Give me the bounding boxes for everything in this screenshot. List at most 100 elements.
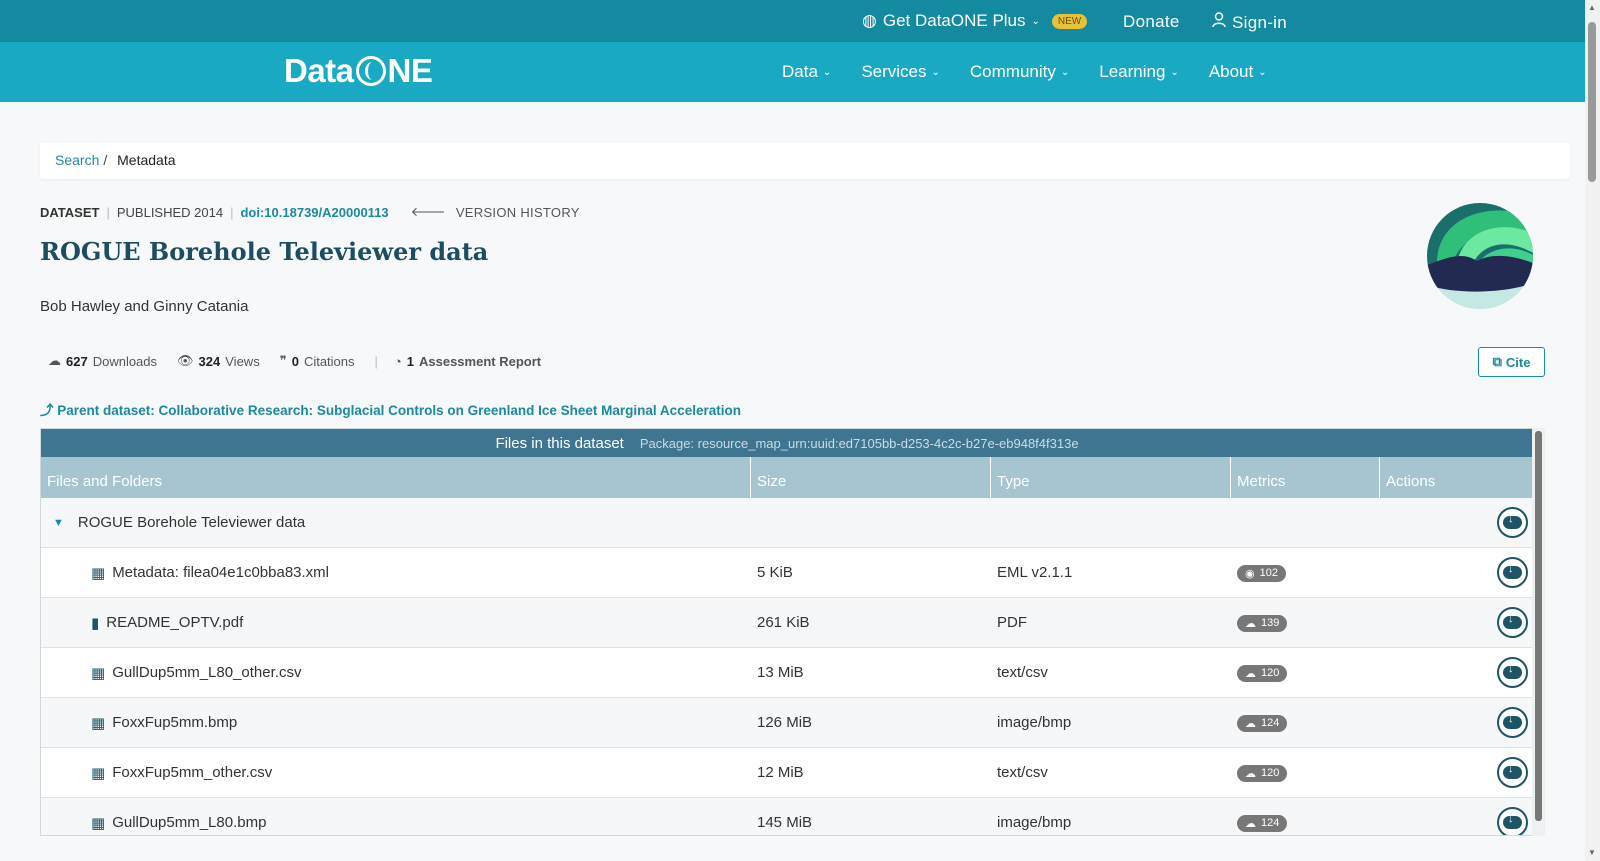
metric-badge: ☁ 139 [1237, 614, 1288, 632]
get-dataone-plus-menu[interactable]: ◍ Get DataONE Plus ⌄ NEW [862, 11, 1088, 31]
parent-dataset-link[interactable]: ⤴ Parent dataset: Collaborative Research… [40, 399, 741, 419]
scroll-down-arrow-icon[interactable]: ▼ [1588, 848, 1596, 857]
file-size: 261 KiB [757, 614, 810, 631]
nav-item-learning[interactable]: Learning ⌄ [1099, 62, 1179, 82]
table-scrollbar-thumb[interactable] [1535, 431, 1542, 821]
cloud-download-icon: ☁ [1245, 817, 1256, 830]
quote-icon: ❞ [279, 353, 287, 368]
metric-badge: ☁ 120 [1237, 664, 1288, 682]
file-name[interactable]: GullDup5mm_L80_other.csv [112, 664, 301, 681]
file-size: 12 MiB [757, 764, 804, 781]
cloud-download-icon [1503, 613, 1522, 629]
file-row[interactable]: ▦ Metadata: filea04e1c0bba83.xml 5 KiB EML … [41, 548, 1533, 598]
table-icon: ▦ [91, 814, 106, 832]
metric-badge: ☁ 120 [1237, 764, 1288, 782]
column-header-size: Size [751, 457, 991, 498]
file-row[interactable]: ▦ FoxxFup5mm.bmp 126 MiB image/bmp ☁ 124 [41, 698, 1533, 748]
dataset-authors: Bob Hawley and Ginny Catania [40, 298, 249, 315]
nav-item-label: Learning [1099, 62, 1166, 81]
get-dataone-plus-label: Get DataONE Plus [882, 11, 1026, 30]
file-type: text/csv [997, 764, 1048, 781]
version-history-link[interactable]: 🡐 VERSION HISTORY [411, 204, 580, 220]
nav-item-about[interactable]: About ⌄ [1209, 62, 1267, 82]
table-icon: ▦ [91, 764, 106, 782]
file-metric-cell: ☁ 124 [1231, 714, 1380, 732]
chevron-down-icon: ⌄ [1258, 66, 1267, 78]
folder-row[interactable]: ▼ ROGUE Borehole Televiewer data [41, 498, 1533, 548]
file-row[interactable]: ▦ FoxxFup5mm_other.csv 12 MiB text/csv ☁ 120 [41, 748, 1533, 798]
level-up-icon: ⤴ [40, 403, 54, 418]
divider: | [106, 204, 110, 220]
download-file-button[interactable] [1497, 607, 1528, 638]
metric-count: 120 [1261, 667, 1280, 679]
file-icon: ▮ [91, 614, 100, 632]
chevron-down-icon: ⌄ [1031, 15, 1040, 27]
download-file-button[interactable] [1497, 657, 1528, 688]
download-file-button[interactable] [1497, 707, 1528, 738]
sign-in-link[interactable]: Sign-in [1212, 12, 1287, 33]
column-header-actions: Actions [1386, 473, 1436, 490]
file-row[interactable]: ▦ GullDup5mm_L80_other.csv 13 MiB text/csv ☁… [41, 648, 1533, 698]
cloud-download-icon: ☁ [1245, 617, 1256, 630]
download-file-button[interactable] [1497, 557, 1528, 588]
eye-icon: 👁 [177, 353, 194, 368]
dataset-type-label: DATASET [40, 204, 100, 220]
dataset-stats: ☁ 627 Downloads 👁 324 Views ❞ 0 Citation… [48, 353, 561, 369]
scroll-up-arrow-icon[interactable]: ▲ [1588, 3, 1596, 12]
breadcrumb-search-link[interactable]: Search [55, 152, 99, 168]
file-name[interactable]: Metadata: filea04e1c0bba83.xml [112, 564, 329, 581]
page-scrollbar-thumb[interactable] [1588, 22, 1596, 182]
assessment-report-link[interactable]: ◔ 1 Assessment Report [394, 354, 541, 369]
divider: | [374, 353, 378, 369]
files-table-column-headers: Files and Folders Size Type Metrics Acti… [41, 457, 1533, 498]
page-scrollbar[interactable]: ▲ ▼ [1585, 0, 1600, 861]
donate-link[interactable]: Donate [1123, 12, 1180, 32]
file-name[interactable]: FoxxFup5mm_other.csv [112, 764, 272, 781]
download-folder-button[interactable] [1497, 507, 1528, 538]
file-row[interactable]: ▮ README_OPTV.pdf 261 KiB PDF ☁ 139 [41, 598, 1533, 648]
caret-down-icon[interactable]: ▼ [53, 517, 64, 529]
files-table-title-bar: Files in this dataset Package: resource_… [41, 429, 1533, 457]
chevron-down-icon: ⌄ [822, 66, 832, 78]
file-name[interactable]: FoxxFup5mm.bmp [112, 714, 237, 731]
nav-item-label: Community [969, 62, 1056, 81]
dashboard-icon: ◔ [393, 353, 402, 369]
citations-label: Citations [303, 353, 355, 369]
file-name-cell: ▦ GullDup5mm_L80_other.csv [41, 664, 751, 682]
globe-icon [355, 56, 386, 86]
doi-link[interactable]: doi:10.18739/A20000113 [240, 205, 388, 220]
nav-item-label: About [1208, 62, 1254, 81]
download-file-button[interactable] [1497, 757, 1528, 788]
cloud-download-icon: ☁ [1245, 767, 1256, 780]
sign-in-label: Sign-in [1232, 12, 1288, 32]
file-name[interactable]: GullDup5mm_L80.bmp [112, 814, 266, 831]
views-count: 324 [198, 353, 221, 369]
dataset-title: ROGUE Borehole Televiewer data [40, 237, 489, 266]
dataone-logo[interactable]: Data NE [284, 52, 433, 90]
metric-count: 124 [1261, 817, 1280, 829]
metric-count: 124 [1261, 717, 1280, 729]
downloads-stat: ☁ 627 Downloads [48, 353, 157, 369]
views-stat: 👁 324 Views [177, 353, 260, 369]
cite-button[interactable]: ⧉ Cite [1478, 347, 1545, 377]
metric-badge: ☁ 124 [1237, 814, 1288, 832]
download-file-button[interactable] [1497, 807, 1528, 835]
nav-item-services[interactable]: Services ⌄ [861, 62, 940, 82]
file-row[interactable]: ▦ GullDup5mm_L80.bmp 145 MiB image/bmp ☁ 124 [41, 798, 1533, 835]
version-history-label: VERSION HISTORY [455, 204, 580, 220]
nav-item-data[interactable]: Data ⌄ [782, 62, 831, 82]
cloud-download-icon: ☁ [1245, 667, 1256, 680]
breadcrumb-current: Metadata [117, 152, 176, 168]
nav-item-community[interactable]: Community ⌄ [970, 62, 1069, 82]
globe-plus-icon: ◍ [862, 11, 877, 30]
breadcrumb-separator: / [103, 152, 108, 168]
breadcrumb: Search / Metadata [40, 143, 1570, 179]
metric-count: 120 [1261, 767, 1280, 779]
table-scrollbar[interactable] [1532, 428, 1545, 836]
assessment-label: Assessment Report [419, 353, 542, 369]
file-size: 13 MiB [757, 664, 804, 681]
downloads-count: 627 [66, 353, 88, 369]
dataset-meta-line: DATASET | PUBLISHED 2014 | doi:10.18739/… [40, 204, 580, 220]
file-name[interactable]: README_OPTV.pdf [106, 614, 243, 631]
table-icon: ▦ [91, 714, 106, 732]
